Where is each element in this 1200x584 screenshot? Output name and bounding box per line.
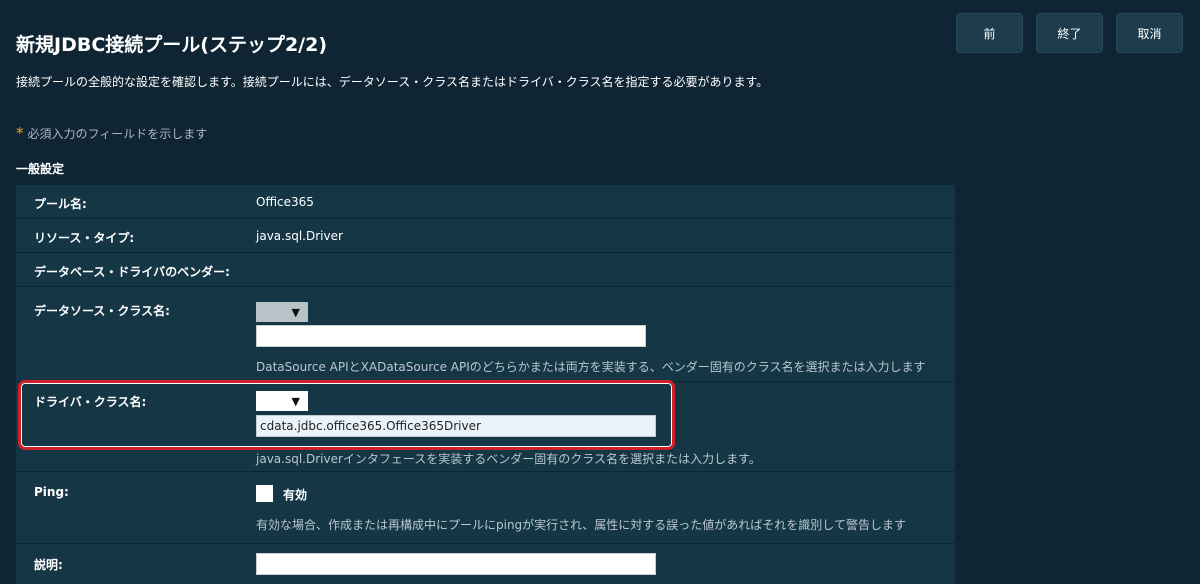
description-input[interactable]: [256, 553, 656, 575]
pool-name-label: プール名:: [34, 197, 87, 211]
chevron-down-icon: ▼: [291, 305, 300, 319]
ping-checkbox[interactable]: [256, 485, 273, 502]
ping-checkbox-label: 有効: [283, 488, 308, 502]
required-note-text: 必須入力のフィールドを示します: [27, 127, 208, 141]
cancel-button[interactable]: 取消: [1116, 13, 1183, 53]
driver-class-input[interactable]: cdata.jdbc.office365.Office365Driver: [256, 415, 656, 437]
description-label: 説明:: [34, 558, 63, 572]
intro-text: 接続プールの全般的な設定を確認します。接続プールには、データソース・クラス名また…: [16, 75, 769, 89]
general-settings-table: プール名: Office365 リソース・タイプ: java.sql.Drive…: [16, 185, 955, 584]
ping-label: Ping:: [34, 485, 69, 499]
resource-type-row: リソース・タイプ: java.sql.Driver: [16, 219, 955, 253]
datasource-class-row: データソース・クラス名: ▼ DataSource APIとXADataSour…: [16, 287, 955, 382]
ping-help: 有効な場合、作成または再構成中にプールにpingが実行され、属性に対する誤った値…: [256, 518, 906, 532]
datasource-class-input[interactable]: [256, 325, 646, 347]
ping-row: Ping: 有効 有効な場合、作成または再構成中にプールにpingが実行され、属…: [16, 472, 955, 544]
resource-type-value: java.sql.Driver: [256, 229, 343, 243]
driver-class-row: ドライバ・クラス名: ▼ cdata.jdbc.office365.Office…: [16, 382, 955, 472]
driver-class-select[interactable]: ▼: [256, 391, 308, 411]
section-title: 一般設定: [16, 162, 65, 176]
datasource-class-label: データソース・クラス名:: [34, 304, 170, 318]
required-star-icon: *: [16, 124, 24, 142]
driver-class-help: java.sql.Driverインタフェースを実装するベンダー固有のクラス名を選…: [256, 452, 761, 466]
prev-button[interactable]: 前: [956, 13, 1023, 53]
datasource-class-help: DataSource APIとXADataSource APIのどちらかまたは両…: [256, 360, 926, 374]
toolbar: 前 終了 取消: [956, 13, 1183, 53]
datasource-class-select[interactable]: ▼: [256, 302, 308, 322]
page-title: 新規JDBC接続プール(ステップ2/2): [16, 34, 328, 56]
vendor-row: データベース・ドライバのベンダー:: [16, 253, 955, 287]
pool-name-value: Office365: [256, 195, 314, 209]
finish-button[interactable]: 終了: [1036, 13, 1103, 53]
vendor-label: データベース・ドライバのベンダー:: [34, 265, 230, 279]
description-row: 説明:: [16, 544, 955, 584]
pool-name-row: プール名: Office365: [16, 185, 955, 219]
required-note: * 必須入力のフィールドを示します: [16, 124, 207, 142]
driver-class-label: ドライバ・クラス名:: [34, 395, 147, 409]
resource-type-label: リソース・タイプ:: [34, 231, 135, 245]
chevron-down-icon: ▼: [291, 394, 300, 408]
